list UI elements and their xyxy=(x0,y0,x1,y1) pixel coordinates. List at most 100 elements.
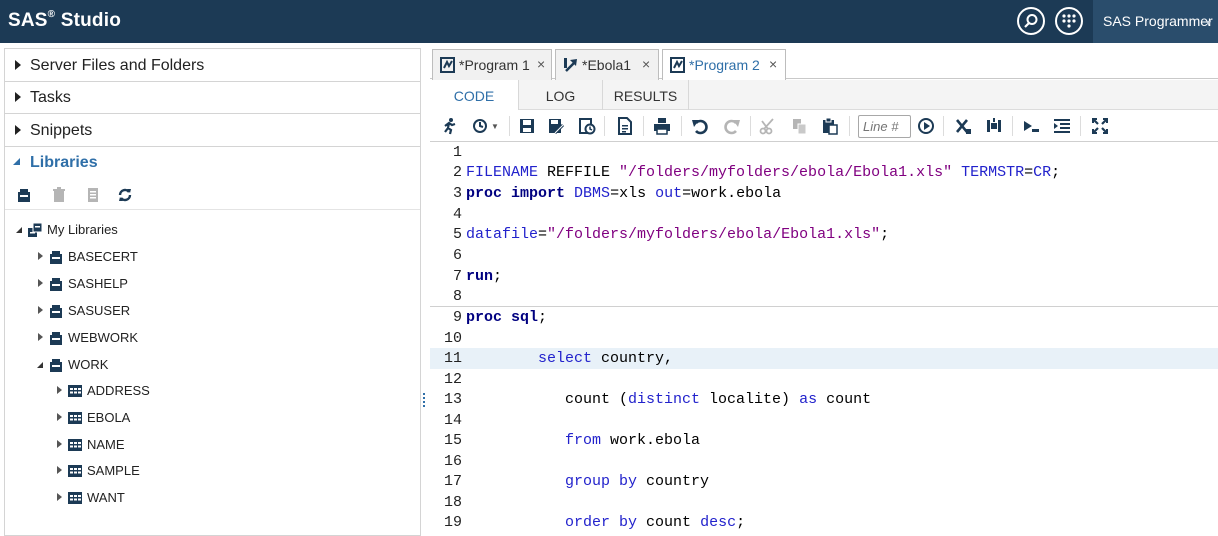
code-token: count xyxy=(817,391,872,408)
code-token: ; xyxy=(493,268,503,285)
code-line: 2 FILENAME REFFILE "/folders/myfolders/e… xyxy=(430,162,1218,183)
code-token: country xyxy=(637,473,710,490)
new-library-icon[interactable] xyxy=(16,187,32,203)
section-tasks[interactable]: Tasks xyxy=(5,81,420,114)
tree-label: SASHELP xyxy=(68,276,128,291)
clear-icon[interactable] xyxy=(954,117,972,135)
keyword: run xyxy=(466,268,494,285)
submit-lines-icon[interactable] xyxy=(1022,117,1040,135)
line-number: 14 xyxy=(443,412,462,429)
search-button[interactable] xyxy=(1017,7,1045,35)
tab-log[interactable]: LOG xyxy=(519,80,603,110)
code-token: ; xyxy=(736,514,746,531)
code-line: 18 xyxy=(430,492,1218,513)
code-token: ; xyxy=(1051,164,1061,181)
line-number: 11 xyxy=(443,350,462,367)
user-menu[interactable]: SAS Programmer ▼ xyxy=(1093,0,1218,43)
code-line: 8 xyxy=(430,286,1218,307)
code-line: 16 xyxy=(430,451,1218,472)
tab-label: *Ebola1 xyxy=(582,57,632,73)
code-line-current: 11 select country, xyxy=(430,348,1218,369)
tree-label: My Libraries xyxy=(47,222,118,237)
code-text: datafile="/folders/myfolders/ebola/Ebola… xyxy=(466,226,889,243)
string-literal: "/folders/myfolders/ebola/Ebola1.xls" xyxy=(619,164,953,181)
code-editor[interactable]: 1 2 FILENAME REFFILE "/folders/myfolders… xyxy=(430,142,1218,536)
line-number: 7 xyxy=(452,268,462,285)
tree-label: SAMPLE xyxy=(87,463,140,478)
keyword: datafile xyxy=(466,226,539,243)
undo-icon[interactable] xyxy=(691,117,709,135)
keyword: order by xyxy=(565,514,638,531)
cut-icon[interactable] xyxy=(759,117,777,135)
keyword: proc sql xyxy=(466,309,539,326)
section-libraries[interactable]: Libraries xyxy=(5,146,420,179)
refresh-icon[interactable] xyxy=(117,187,133,203)
indent-icon[interactable] xyxy=(1053,117,1071,135)
code-text: FILENAME REFFILE "/folders/myfolders/ebo… xyxy=(466,164,1060,181)
chevron-down-icon: ▼ xyxy=(1204,18,1213,28)
code-line: 7 run; xyxy=(430,266,1218,287)
code-text: proc sql; xyxy=(466,309,547,326)
app-title-suffix: Studio xyxy=(55,10,122,31)
run-icon[interactable] xyxy=(441,117,459,135)
section-label: Server Files and Folders xyxy=(30,57,205,74)
save-as-icon[interactable] xyxy=(547,117,565,135)
copy-icon[interactable] xyxy=(791,117,809,135)
tab-program-2[interactable]: *Program 2 × xyxy=(662,49,786,81)
toolbar-separator xyxy=(1012,116,1013,136)
app-title: SAS® Studio xyxy=(8,9,122,32)
libraries-toolbar xyxy=(5,178,420,210)
tree-label: WORK xyxy=(68,357,109,372)
section-snippets[interactable]: Snippets xyxy=(5,114,420,147)
tree-label: BASECERT xyxy=(68,249,138,264)
code-line: 10 xyxy=(430,328,1218,349)
code-token: country, xyxy=(592,350,674,367)
line-number: 3 xyxy=(452,185,462,202)
close-icon[interactable]: × xyxy=(642,56,650,72)
code-token: localite) xyxy=(700,391,800,408)
print-icon[interactable] xyxy=(653,117,671,135)
code-line: 17 group by country xyxy=(430,471,1218,492)
expand-arrow-icon xyxy=(57,386,62,394)
app-menu-button[interactable] xyxy=(1055,7,1083,35)
toolbar-separator xyxy=(849,116,850,136)
app-title-text: SAS xyxy=(8,10,48,31)
pane-splitter[interactable] xyxy=(422,392,426,412)
line-number: 8 xyxy=(452,288,462,305)
chevron-down-icon[interactable]: ▼ xyxy=(491,122,499,131)
export-icon[interactable] xyxy=(616,117,634,135)
code-token: =work.ebola xyxy=(682,185,782,202)
editor-pane: *Program 1 × *Ebola1 × *Program 2 × CODE… xyxy=(430,43,1218,536)
format-code-icon[interactable] xyxy=(985,117,1003,135)
properties-icon[interactable] xyxy=(85,187,101,203)
program-tabs: *Program 1 × *Ebola1 × *Program 2 × xyxy=(430,43,1218,81)
keyword: DBMS xyxy=(574,185,611,202)
email-icon[interactable] xyxy=(578,117,596,135)
go-to-line-icon[interactable] xyxy=(917,117,935,135)
tab-results[interactable]: RESULTS xyxy=(603,80,689,110)
tab-ebola1[interactable]: *Ebola1 × xyxy=(555,49,659,80)
redo-icon[interactable] xyxy=(723,117,741,135)
libraries-icon xyxy=(28,222,43,237)
import-icon xyxy=(564,58,577,72)
delete-icon[interactable] xyxy=(51,187,67,203)
line-number-input[interactable] xyxy=(858,115,911,138)
close-icon[interactable]: × xyxy=(537,56,545,72)
code-token: =xls xyxy=(610,185,656,202)
keyword: select xyxy=(538,350,593,367)
tab-code[interactable]: CODE xyxy=(430,80,519,111)
close-icon[interactable]: × xyxy=(769,56,777,72)
maximize-icon[interactable] xyxy=(1091,117,1109,135)
table-icon xyxy=(68,385,82,397)
history-icon[interactable] xyxy=(472,117,490,135)
paste-icon[interactable] xyxy=(821,117,839,135)
string-literal: "/folders/myfolders/ebola/Ebola1.xls" xyxy=(547,226,881,243)
line-number: 4 xyxy=(452,206,462,223)
section-server-files[interactable]: Server Files and Folders xyxy=(5,49,420,82)
collapse-arrow-icon xyxy=(13,158,20,165)
save-icon[interactable] xyxy=(518,117,536,135)
code-line: 3 proc import DBMS=xls out=work.ebola xyxy=(430,183,1218,204)
tab-program-1[interactable]: *Program 1 × xyxy=(432,49,552,80)
toolbar-separator xyxy=(750,116,751,136)
